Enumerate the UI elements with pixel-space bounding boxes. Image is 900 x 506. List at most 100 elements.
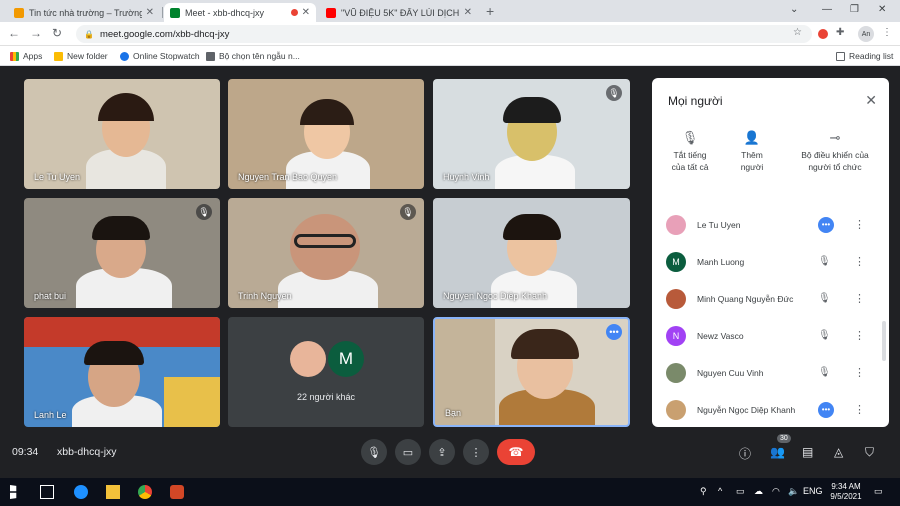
taskbar-clock[interactable]: 9:34 AM 9/5/2021 [824,482,868,502]
bookmark-star-icon[interactable]: ☆ [793,27,802,38]
panel-scrollbar[interactable] [882,321,886,361]
video-tile-huynh-vinh[interactable]: 🎙 Huynh Vinh [433,79,630,189]
tab-youtube[interactable]: "VŨ ĐIỆU 5K" ĐẨY LÙI DỊCH BỆN... ✕ [320,3,478,22]
person-name: Le Tu Uyen [697,219,741,230]
tab-school-news[interactable]: Tin tức nhà trường – Trường Tiể... ✕ [8,3,160,22]
video-tile-trinh-nguyen[interactable]: 🎙 Trinh Nguyen [228,198,424,308]
tab-separator [162,7,163,18]
close-tab-icon[interactable]: ✕ [302,7,310,18]
mic-off-icon: 🎙 [681,130,699,145]
present-button[interactable]: ⇪ [429,439,455,465]
windows-start-icon[interactable] [10,485,17,499]
video-tile-lanh-le[interactable]: Lanh Le [24,317,220,427]
chat-icon[interactable]: ▤ [802,445,813,459]
mute-all-button[interactable]: 🎙 Tắt tiếng của tất cả [662,130,718,173]
phone-hangup-icon: ☎ [508,445,524,459]
others-tile[interactable]: M 22 người khác [228,317,424,427]
host-controls-label: Bộ điều khiển của người tổ chức [801,150,869,172]
bookmark-name-picker[interactable]: Bộ chọn tên ngẫu n... [206,51,300,61]
reload-icon[interactable]: ↻ [52,26,62,40]
mute-all-label: Tắt tiếng của tất cả [671,150,709,172]
restore-icon[interactable]: ❐ [850,4,859,15]
list-item[interactable]: Nguyen Cuu Vinh 🎙 ⋮ [652,354,889,391]
show-hidden-icon[interactable]: ^ [718,486,722,496]
video-tile-bao-quyen[interactable]: Nguyen Tran Bao Quyen [228,79,424,189]
forward-icon[interactable]: → [30,26,42,40]
host-controls-button[interactable]: ⊸ Bộ điều khiển của người tổ chức [790,131,880,173]
bookmark-apps[interactable]: Apps [10,51,42,61]
host-controls-icon[interactable]: ⛉ [865,445,874,460]
extension-icon[interactable] [818,29,828,39]
video-tile-le-tu-uyen[interactable]: Le Tu Uyen [24,79,220,189]
participant-name: Lanh Le [34,410,67,420]
more-vert-icon[interactable]: ⋮ [854,329,865,342]
avatar [666,288,686,309]
back-icon[interactable]: ← [8,26,20,40]
more-options-button[interactable]: ⋮ [463,439,489,465]
more-vert-icon[interactable]: ⋮ [854,403,865,416]
edge-icon[interactable] [74,485,88,499]
reading-list[interactable]: Reading list [836,51,893,61]
powerpoint-icon[interactable] [170,485,184,499]
language-indicator[interactable]: ENG [803,486,823,496]
more-vert-icon[interactable]: ⋮ [854,292,865,305]
bookmarks-bar: Apps New folder Online Stopwatch Bộ chọn… [0,46,900,66]
list-item[interactable]: M Manh Luong 🎙 ⋮ [652,243,889,280]
video-tile-self[interactable]: ••• Bạn [433,317,630,427]
file-explorer-icon[interactable] [106,485,120,499]
info-icon[interactable]: ⓘ [739,445,751,462]
close-panel-icon[interactable]: ✕ [865,92,877,109]
list-item[interactable]: N Newz Vasco 🎙 ⋮ [652,317,889,354]
more-options-icon[interactable]: ••• [606,324,622,340]
more-vert-icon[interactable]: ⋮ [854,218,865,231]
menu-icon[interactable]: ⋮ [882,27,892,38]
add-people-button[interactable]: 👤 Thêm người [728,131,776,173]
mic-icon: 🎙 [367,446,381,459]
windows-taskbar: ⚲ ^ ▭ ☁ ◠ 🔈 ENG 9:34 AM 9/5/2021 ▭ [0,478,900,506]
extensions-puzzle-icon[interactable]: ✚ [836,27,844,38]
leave-call-button[interactable]: ☎ [497,439,535,465]
mic-button[interactable]: 🎙 [361,439,387,465]
wifi-tray-icon[interactable]: ◠ [772,486,780,497]
url-bar[interactable]: 🔒 meet.google.com/xbb-dhcq-jxy ☆ [76,25,812,43]
participant-count-badge: 30 [777,434,791,443]
person-name: Nguyen Cuu Vinh [697,367,764,378]
browser-tab-bar: Tin tức nhà trường – Trường Tiể... ✕ Mee… [0,0,900,22]
add-people-label: Thêm người [740,150,764,172]
close-tab-icon[interactable]: ✕ [464,7,472,18]
meet-control-bar: 09:34 xbb-dhcq-jxy 🎙 ▭ ⇪ ⋮ ☎ ⓘ 👥 ▤ ◬ ⛉ [0,434,900,472]
new-tab-button[interactable]: + [486,3,494,19]
network-tray-icon[interactable]: ▭ [736,486,745,497]
notifications-icon[interactable]: ▭ [874,486,883,497]
volume-tray-icon[interactable]: 🔈 [788,486,799,497]
bookmark-label: New folder [67,51,108,61]
close-window-icon[interactable]: ✕ [878,4,886,15]
mic-off-icon: 🎙 [400,204,416,220]
more-vert-icon[interactable]: ⋮ [854,255,865,268]
more-vert-icon[interactable]: ⋮ [854,366,865,379]
reading-list-label: Reading list [849,51,894,61]
cloud-tray-icon[interactable]: ☁ [754,486,763,497]
participant-name: phat bui [34,291,67,301]
chrome-icon[interactable] [138,485,152,499]
list-item[interactable]: Minh Quang Nguyễn Đức 🎙 ⋮ [652,280,889,317]
bookmark-stopwatch[interactable]: Online Stopwatch [120,51,200,61]
list-item[interactable]: Le Tu Uyen ••• ⋮ [652,206,889,243]
people-icon[interactable]: 👥 [770,445,785,459]
list-item[interactable]: Nguyễn Ngọc Diệp Khanh ••• ⋮ [652,391,889,427]
profile-avatar[interactable]: An [858,26,874,42]
bookmark-new-folder[interactable]: New folder [54,51,108,61]
others-count: 22 người khác [297,392,355,402]
meeting-code: xbb-dhcq-jxy [57,446,117,458]
activities-icon[interactable]: ◬ [834,445,843,459]
task-view-icon[interactable] [40,485,54,499]
camera-button[interactable]: ▭ [395,439,421,465]
tab-meet[interactable]: Meet - xbb-dhcq-jxy ✕ [164,3,316,22]
video-tile-diep-khanh[interactable]: Nguyen Ngoc Diệp Khanh [433,198,630,308]
video-tile-phat-bui[interactable]: 🎙 phat bui [24,198,220,308]
mic-off-icon: 🎙 [818,293,831,304]
tab-search-icon[interactable]: ⌄ [790,4,798,15]
minimize-icon[interactable]: — [822,4,832,15]
close-tab-icon[interactable]: ✕ [146,7,154,18]
people-tray-icon[interactable]: ⚲ [700,486,707,497]
